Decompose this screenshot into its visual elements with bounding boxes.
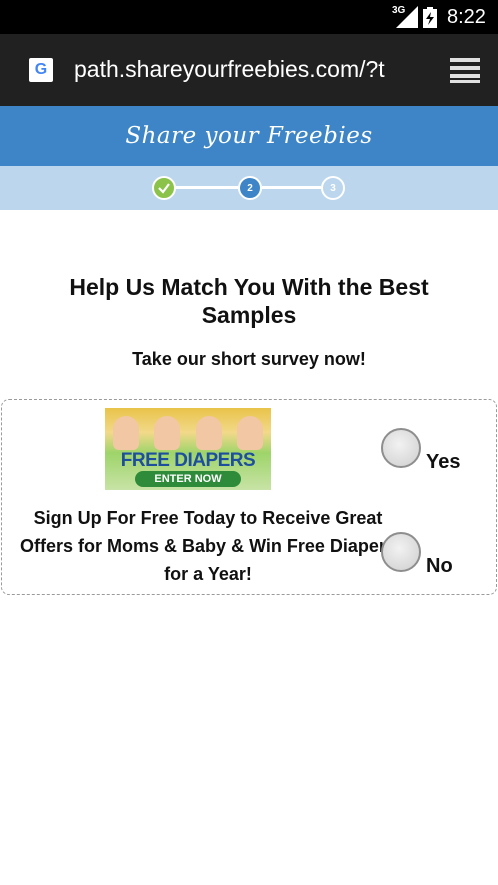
offer-description: Sign Up For Free Today to Receive Great … bbox=[20, 508, 396, 584]
progress-steps: 2 3 bbox=[0, 166, 498, 210]
battery-charging-icon bbox=[423, 7, 437, 28]
url-bar[interactable]: path.shareyourfreebies.com/?t bbox=[74, 56, 424, 83]
survey-question: FREE DIAPERS ENTER NOW Sign Up For Free … bbox=[1, 399, 497, 595]
status-bar: 3G 8:22 bbox=[0, 0, 498, 34]
site-header: Share your Freebies bbox=[0, 106, 498, 166]
step-2-current: 2 bbox=[238, 176, 262, 200]
google-logo-icon[interactable]: G bbox=[29, 58, 53, 82]
babies-illustration bbox=[105, 408, 271, 450]
yes-radio[interactable] bbox=[381, 428, 421, 468]
progress-line bbox=[262, 186, 321, 189]
browser-toolbar: G path.shareyourfreebies.com/?t bbox=[0, 34, 498, 106]
ad-title: FREE DIAPERS bbox=[120, 450, 256, 471]
checkmark-icon bbox=[158, 183, 170, 194]
page-subtitle: Take our short survey now! bbox=[132, 349, 366, 369]
ad-enter-now-button[interactable]: ENTER NOW bbox=[135, 471, 241, 487]
clock: 8:22 bbox=[447, 6, 486, 28]
yes-label[interactable]: Yes bbox=[426, 451, 460, 474]
free-diapers-ad-image[interactable]: FREE DIAPERS ENTER NOW bbox=[105, 408, 271, 490]
site-logo: Share your Freebies bbox=[125, 123, 373, 149]
tabs-icon[interactable] bbox=[448, 56, 482, 84]
step-1-complete bbox=[152, 176, 176, 200]
page-title: Help Us Match You With the Best Samples bbox=[69, 274, 429, 328]
no-label[interactable]: No bbox=[426, 555, 453, 578]
no-radio[interactable] bbox=[381, 532, 421, 572]
progress-line bbox=[176, 186, 238, 189]
step-3-pending: 3 bbox=[321, 176, 345, 200]
signal-icon bbox=[396, 6, 418, 28]
